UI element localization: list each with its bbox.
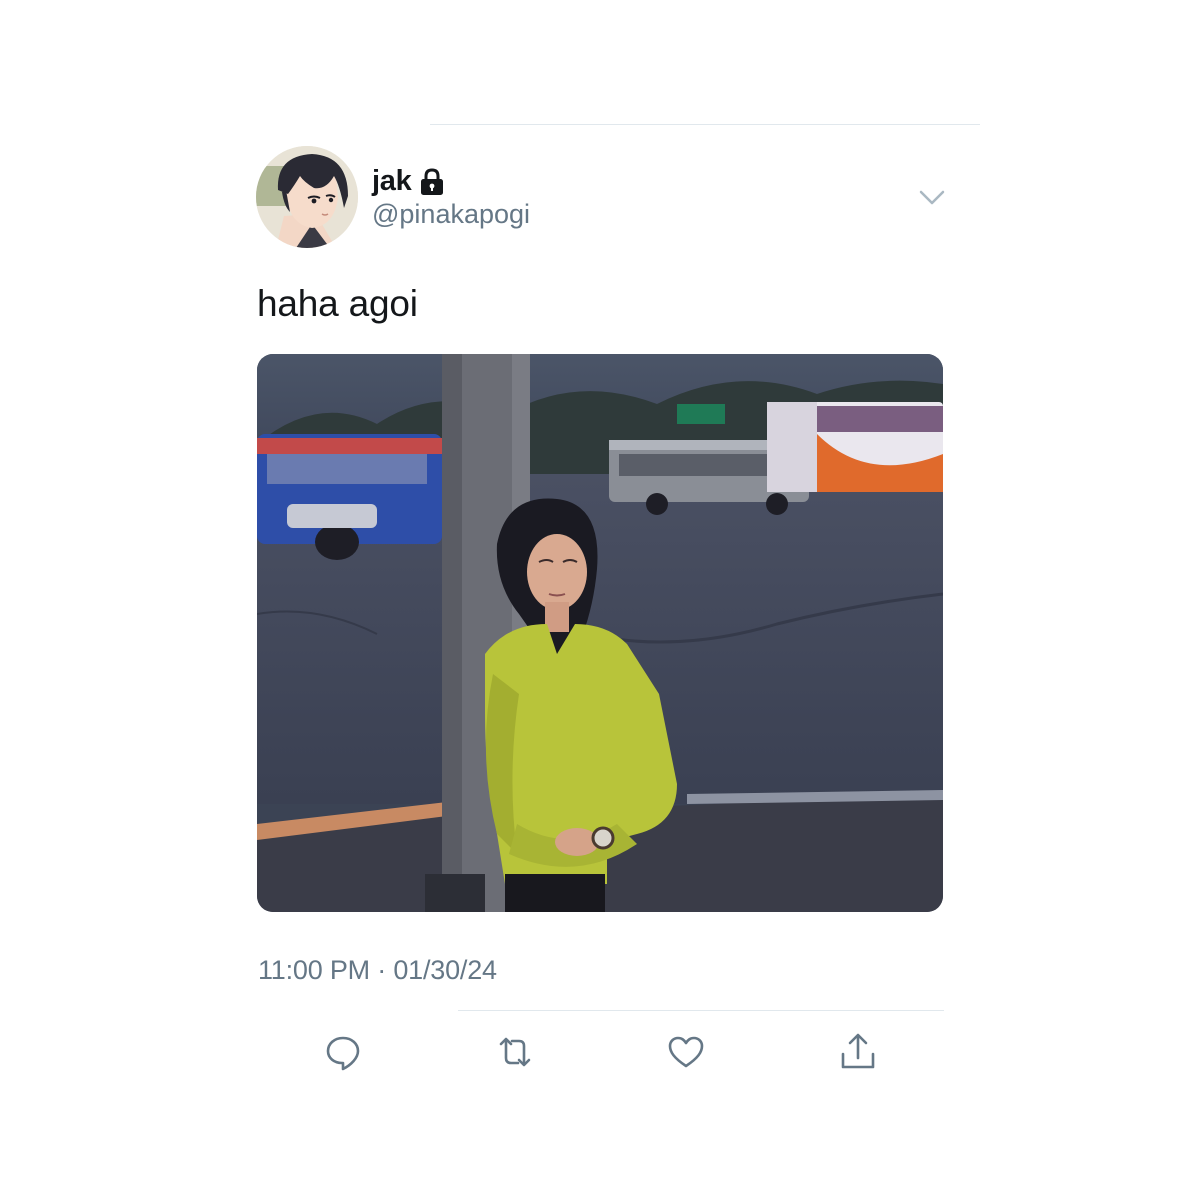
share-button[interactable] — [838, 1032, 878, 1072]
chevron-down-icon[interactable] — [916, 184, 948, 210]
display-name[interactable]: jak — [372, 165, 412, 198]
tweet-timestamp[interactable]: 11:00 PM · 01/30/24 — [258, 955, 497, 986]
avatar-image — [256, 146, 358, 248]
user-handle[interactable]: @pinakapogi — [372, 199, 530, 230]
lock-icon — [419, 168, 445, 196]
share-icon — [841, 1033, 875, 1069]
tweet-text: haha agoi — [257, 283, 418, 324]
heart-icon — [668, 1036, 704, 1068]
retweet-button[interactable] — [495, 1032, 535, 1072]
user-name-row: jak — [372, 164, 445, 198]
avatar[interactable] — [256, 146, 358, 248]
reply-icon — [326, 1036, 360, 1071]
top-divider — [430, 124, 980, 125]
reply-button[interactable] — [323, 1032, 363, 1072]
like-button[interactable] — [666, 1032, 706, 1072]
retweet-icon — [499, 1037, 531, 1067]
action-divider — [458, 1010, 944, 1011]
tweet-photo[interactable] — [257, 354, 943, 912]
photo-scene — [257, 354, 943, 912]
